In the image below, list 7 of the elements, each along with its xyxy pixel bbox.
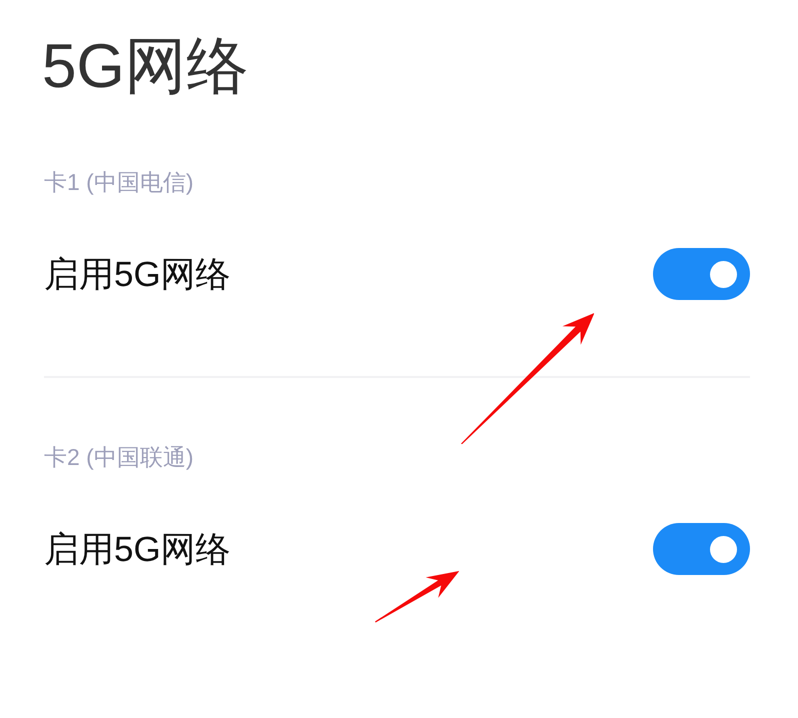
toggle-switch[interactable] bbox=[653, 523, 750, 575]
page-title: 5G网络 bbox=[42, 36, 249, 98]
section-label: 卡1 (中国电信) bbox=[44, 170, 194, 194]
toggle-switch[interactable] bbox=[653, 248, 750, 300]
setting-label: 启用5G网络 bbox=[44, 256, 231, 292]
section-label: 卡2 (中国联通) bbox=[44, 446, 194, 468]
setting-label: 启用5G网络 bbox=[44, 532, 231, 566]
